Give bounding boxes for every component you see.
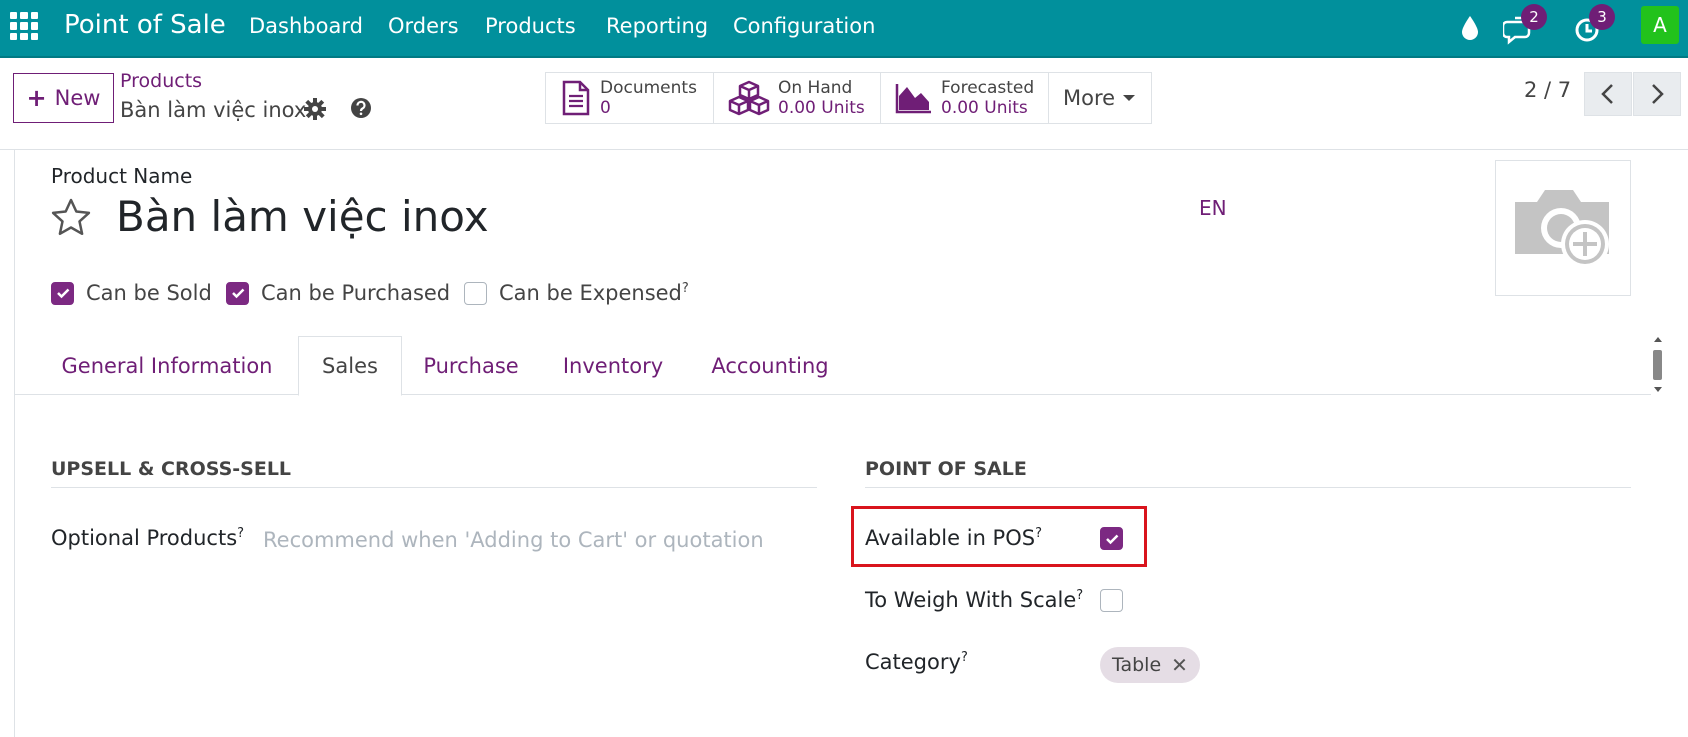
top-navbar: Point of Sale Dashboard Orders Products … bbox=[0, 0, 1688, 58]
available-in-pos-label: Available in POS? bbox=[865, 526, 1042, 550]
help-tooltip-mark[interactable]: ? bbox=[961, 650, 968, 665]
menu-products[interactable]: Products bbox=[485, 14, 576, 38]
star-icon[interactable] bbox=[49, 196, 93, 240]
stat-buttons: Documents 0 On Hand 0.00 Units Forecaste… bbox=[545, 72, 1152, 124]
scroll-down-icon[interactable] bbox=[1654, 387, 1662, 392]
help-icon[interactable] bbox=[350, 97, 372, 119]
chevron-right-icon bbox=[1652, 84, 1664, 104]
available-in-pos-checkbox[interactable] bbox=[1100, 527, 1123, 550]
category-tag[interactable]: Table ✕ bbox=[1100, 647, 1200, 683]
new-button[interactable]: + New bbox=[13, 73, 114, 123]
chevron-left-icon bbox=[1601, 84, 1613, 104]
help-tooltip-mark[interactable]: ? bbox=[1076, 588, 1083, 603]
scrollbar-thumb[interactable] bbox=[1653, 350, 1662, 380]
can-be-expensed-label: Can be Expensed bbox=[499, 281, 682, 305]
gear-icon[interactable] bbox=[304, 98, 326, 120]
tab-inventory[interactable]: Inventory bbox=[559, 336, 667, 396]
water-drop-icon[interactable] bbox=[1455, 10, 1485, 46]
area-chart-icon bbox=[895, 84, 931, 114]
tab-general-information[interactable]: General Information bbox=[55, 336, 279, 396]
more-label: More bbox=[1063, 86, 1116, 110]
divider bbox=[865, 487, 1631, 488]
on-hand-value: 0.00 Units bbox=[778, 98, 865, 118]
user-avatar[interactable]: A bbox=[1641, 6, 1679, 44]
can-be-expensed-checkbox[interactable] bbox=[464, 281, 487, 305]
help-tooltip-mark[interactable]: ? bbox=[1035, 526, 1042, 541]
optional-products-label: Optional Products? bbox=[51, 526, 245, 550]
product-image-upload[interactable] bbox=[1495, 160, 1631, 296]
menu-configuration[interactable]: Configuration bbox=[733, 14, 875, 38]
category-tag-label: Table bbox=[1112, 654, 1162, 676]
pager-value[interactable]: 2 / 7 bbox=[1524, 78, 1571, 102]
language-button[interactable]: EN bbox=[1199, 196, 1227, 220]
clock-icon[interactable]: 3 bbox=[1571, 4, 1615, 46]
notebook-tabs: General Information Sales Purchase Inven… bbox=[15, 336, 1651, 396]
menu-reporting[interactable]: Reporting bbox=[606, 14, 708, 38]
on-hand-stat-button[interactable]: On Hand 0.00 Units bbox=[714, 73, 881, 123]
camera-add-icon bbox=[1515, 190, 1609, 268]
scroll-up-icon[interactable] bbox=[1654, 337, 1662, 342]
breadcrumb-products[interactable]: Products bbox=[120, 70, 202, 92]
cubes-icon bbox=[728, 80, 770, 116]
forecasted-label: Forecasted bbox=[941, 78, 1035, 98]
documents-label: Documents bbox=[600, 78, 697, 98]
chat-icon[interactable]: 2 bbox=[1501, 4, 1547, 46]
help-tooltip-mark[interactable]: ? bbox=[682, 281, 689, 296]
apps-grid-icon[interactable] bbox=[10, 12, 38, 40]
new-button-label: New bbox=[54, 86, 101, 110]
messages-badge: 2 bbox=[1521, 4, 1547, 30]
tab-sales[interactable]: Sales bbox=[298, 336, 402, 396]
to-weigh-label: To Weigh With Scale? bbox=[865, 588, 1084, 612]
document-icon bbox=[562, 80, 590, 116]
documents-value: 0 bbox=[600, 98, 611, 118]
caret-down-icon bbox=[1123, 95, 1136, 101]
can-be-expensed-row: Can be Expensed? bbox=[464, 281, 689, 305]
can-be-sold-label: Can be Sold bbox=[86, 281, 212, 305]
upsell-section-title: UPSELL & CROSS-SELL bbox=[51, 458, 292, 480]
tab-accounting[interactable]: Accounting bbox=[705, 336, 835, 396]
product-name-input[interactable]: Bàn làm việc inox bbox=[116, 192, 489, 241]
form-sheet: Product Name Bàn làm việc inox EN Can be… bbox=[14, 150, 1662, 737]
pager-previous-button[interactable] bbox=[1584, 72, 1632, 116]
tab-purchase[interactable]: Purchase bbox=[416, 336, 526, 396]
control-panel: + New Products Bàn làm việc inox Documen… bbox=[0, 58, 1688, 150]
on-hand-label: On Hand bbox=[778, 78, 853, 98]
pager-next-button[interactable] bbox=[1633, 72, 1681, 116]
divider bbox=[51, 487, 817, 488]
can-be-purchased-row: Can be Purchased bbox=[226, 281, 450, 305]
menu-orders[interactable]: Orders bbox=[388, 14, 459, 38]
can-be-sold-row: Can be Sold bbox=[51, 281, 212, 305]
category-label: Category? bbox=[865, 650, 968, 674]
pos-section-title: POINT OF SALE bbox=[865, 458, 1027, 480]
activities-badge: 3 bbox=[1589, 4, 1615, 30]
menu-dashboard[interactable]: Dashboard bbox=[249, 14, 363, 38]
to-weigh-checkbox[interactable] bbox=[1100, 589, 1123, 612]
breadcrumb-current: Bàn làm việc inox bbox=[120, 98, 307, 122]
scrollbar[interactable] bbox=[1652, 337, 1663, 393]
can-be-purchased-checkbox[interactable] bbox=[226, 281, 249, 305]
more-dropdown[interactable]: More bbox=[1049, 73, 1151, 123]
can-be-sold-checkbox[interactable] bbox=[51, 281, 74, 305]
help-tooltip-mark[interactable]: ? bbox=[237, 526, 244, 541]
product-name-label: Product Name bbox=[51, 164, 193, 188]
close-icon[interactable]: ✕ bbox=[1171, 653, 1188, 677]
app-brand[interactable]: Point of Sale bbox=[64, 10, 226, 40]
forecasted-value: 0.00 Units bbox=[941, 98, 1028, 118]
plus-icon: + bbox=[26, 84, 47, 112]
documents-stat-button[interactable]: Documents 0 bbox=[546, 73, 714, 123]
can-be-purchased-label: Can be Purchased bbox=[261, 281, 451, 305]
forecasted-stat-button[interactable]: Forecasted 0.00 Units bbox=[881, 73, 1049, 123]
optional-products-input[interactable]: Recommend when 'Adding to Cart' or quota… bbox=[263, 528, 764, 552]
